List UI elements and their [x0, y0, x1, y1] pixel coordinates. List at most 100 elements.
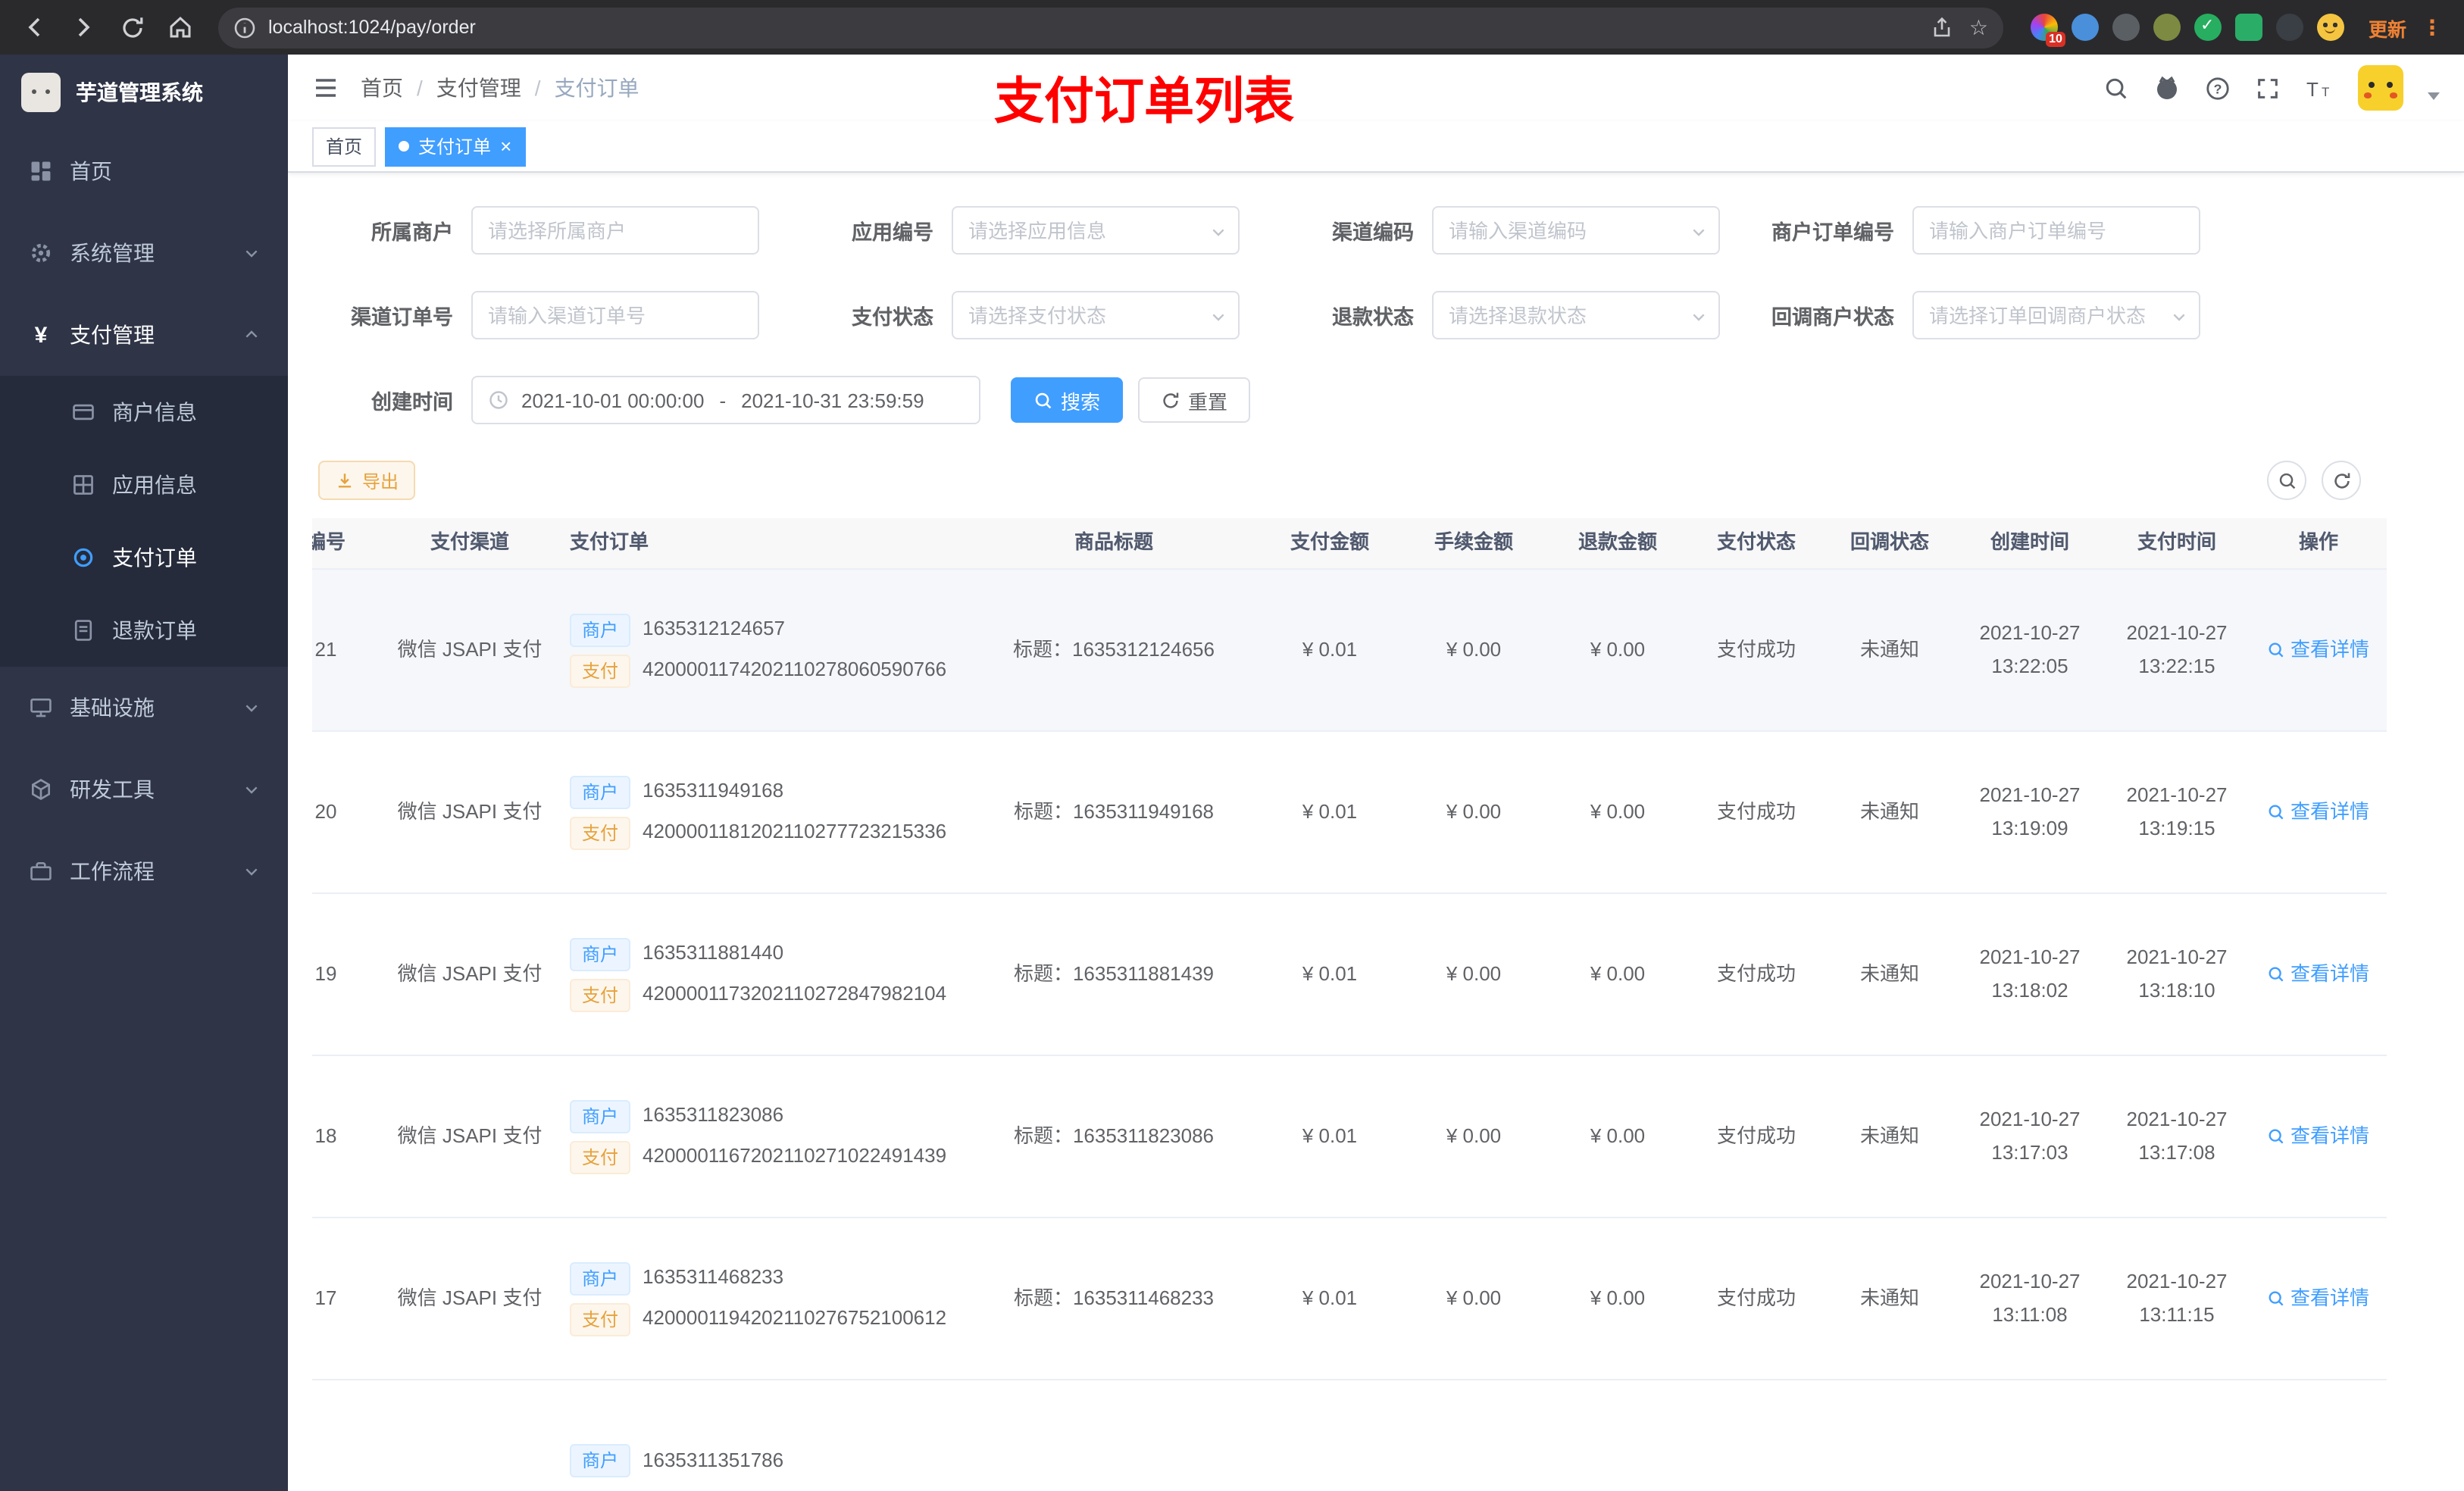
filter-label: 应用编号: [852, 221, 933, 244]
sidebar-item-payment[interactable]: ¥ 支付管理: [0, 294, 288, 376]
user-menu-caret-icon[interactable]: [2428, 92, 2440, 99]
bookmark-star-icon[interactable]: ☆: [1969, 17, 1988, 38]
sidebar-item-home[interactable]: 首页: [0, 130, 288, 212]
filter-create-time-range[interactable]: 2021-10-01 00:00:00 - 2021-10-31 23:59:5…: [471, 376, 980, 424]
view-detail-link[interactable]: 查看详情: [2250, 1121, 2387, 1152]
fullscreen-icon[interactable]: [2255, 75, 2281, 101]
cell-created: 2021-10-27 13:22:05: [1979, 620, 2081, 677]
filter-notify-status-select[interactable]: [1912, 291, 2200, 339]
table-row-partial[interactable]: 商户 1635311351786: [312, 1380, 2387, 1491]
breadcrumb-pay-mgmt[interactable]: 支付管理: [436, 73, 521, 103]
tags-view-bar: 首页 支付订单 ×: [288, 121, 2464, 173]
avatar[interactable]: [2358, 65, 2403, 111]
search-icon[interactable]: [2103, 75, 2129, 101]
table-row[interactable]: 20 微信 JSAPI 支付 商户 1635311949168 支付 42000…: [312, 732, 2387, 894]
orders-table: 编号 支付渠道 支付订单 商品标题 支付金额 手续金额 退款金额 支付状态 回调…: [312, 518, 2440, 1491]
breadcrumb-current: 支付订单: [554, 76, 639, 100]
extension-icon-6[interactable]: [2234, 14, 2262, 41]
dashboard-icon: [27, 158, 55, 185]
col-header-id: 编号: [312, 530, 346, 554]
cell-fee: ¥ 0.00: [1446, 1124, 1502, 1147]
sidebar-item-refund-order[interactable]: 退款订单: [0, 594, 288, 667]
briefcase-icon: [27, 858, 55, 885]
view-detail-link[interactable]: 查看详情: [2250, 796, 2387, 828]
extension-icon-5[interactable]: [2194, 14, 2222, 41]
col-header-notify: 回调状态: [1850, 530, 1929, 554]
filter-merchant-input[interactable]: [471, 206, 759, 255]
cell-channel: 微信 JSAPI 支付: [397, 1286, 543, 1309]
sidebar-item-workflow[interactable]: 工作流程: [0, 830, 288, 912]
extension-icon-2[interactable]: [2071, 14, 2099, 41]
filter-pay-status-select[interactable]: [952, 291, 1240, 339]
browser-back-icon[interactable]: [15, 8, 55, 47]
pay-order-no: 4200001167202110271022491439: [643, 1144, 947, 1167]
table-row[interactable]: 19 微信 JSAPI 支付 商户 1635311881440 支付 42000…: [312, 894, 2387, 1056]
share-icon[interactable]: [1931, 16, 1954, 39]
view-detail-label: 查看详情: [2290, 637, 2369, 661]
reset-button[interactable]: 重置: [1138, 377, 1251, 423]
table-row[interactable]: 17 微信 JSAPI 支付 商户 1635311468233 支付 42000…: [312, 1218, 2387, 1380]
title-label: 标题：: [1012, 637, 1072, 661]
toggle-search-button[interactable]: [2267, 461, 2306, 500]
pay-order-no: 4200001194202110276752100612: [643, 1306, 947, 1330]
date-end: 2021-10-31 23:59:59: [741, 389, 924, 411]
cell-refund: ¥ 0.00: [1590, 637, 1646, 661]
close-icon[interactable]: ×: [500, 136, 511, 156]
cell-notify: 未通知: [1859, 799, 1919, 823]
search-button[interactable]: 搜索: [1011, 377, 1124, 423]
reset-button-label: 重置: [1188, 390, 1228, 413]
browser-menu-icon[interactable]: ⋮: [2416, 14, 2449, 40]
browser-forward-icon[interactable]: [64, 8, 103, 47]
browser-reload-icon[interactable]: [112, 8, 152, 47]
sidebar-toggle-icon[interactable]: [312, 74, 339, 102]
filter-label: 渠道订单号: [351, 306, 453, 329]
cell-created: 2021-10-27 13:11:08: [1979, 1269, 2081, 1326]
browser-update-button[interactable]: 更新: [2369, 13, 2406, 42]
filter-refund-status-select[interactable]: [1432, 291, 1720, 339]
view-detail-link[interactable]: 查看详情: [2250, 634, 2387, 666]
export-button[interactable]: 导出: [318, 461, 416, 500]
sidebar-item-system[interactable]: 系统管理: [0, 212, 288, 294]
chevron-down-icon: [242, 780, 261, 799]
merchant-order-no: 1635311823086: [643, 1103, 784, 1127]
svg-text:T: T: [2322, 84, 2329, 98]
view-detail-link[interactable]: 查看详情: [2250, 958, 2387, 990]
extension-icon-1[interactable]: 10: [2030, 14, 2065, 47]
tab-pay-order[interactable]: 支付订单 ×: [385, 127, 526, 166]
table-row[interactable]: 18 微信 JSAPI 支付 商户 1635311823086 支付 42000…: [312, 1056, 2387, 1218]
font-size-icon[interactable]: TT: [2305, 75, 2334, 101]
sidebar-item-pay-order[interactable]: 支付订单: [0, 521, 288, 594]
view-detail-link[interactable]: 查看详情: [2250, 1283, 2387, 1314]
sidebar-item-label: 系统管理: [70, 241, 155, 265]
cell-order: 商户 1635312124657 支付 42000011742021102780…: [561, 605, 970, 695]
sidebar-item-merchant-info[interactable]: 商户信息: [0, 376, 288, 449]
filter-channel-order-no-input[interactable]: [471, 291, 759, 339]
cell-status: 支付成功: [1716, 637, 1796, 661]
tab-label: 首页: [326, 136, 363, 158]
sidebar-item-dev-tools[interactable]: 研发工具: [0, 749, 288, 830]
breadcrumb-home[interactable]: 首页: [361, 73, 403, 103]
sidebar-item-app-info[interactable]: 应用信息: [0, 449, 288, 521]
tab-home[interactable]: 首页: [312, 127, 377, 166]
site-info-icon[interactable]: [233, 16, 256, 39]
help-icon[interactable]: ?: [2205, 75, 2231, 101]
col-header-order: 支付订单: [570, 530, 649, 554]
refresh-button[interactable]: [2322, 461, 2361, 500]
sidebar-item-infrastructure[interactable]: 基础设施: [0, 667, 288, 749]
extension-icon-8[interactable]: [2316, 14, 2344, 41]
browser-home-icon[interactable]: [161, 8, 200, 47]
cell-channel: 微信 JSAPI 支付: [397, 961, 543, 985]
filter-merchant-order-no-input[interactable]: [1912, 206, 2200, 255]
filter-channel-code-select[interactable]: [1432, 206, 1720, 255]
chevron-up-icon: [242, 326, 261, 344]
url-text[interactable]: localhost:1024/pay/order: [268, 17, 1919, 38]
filter-app-select[interactable]: [952, 206, 1240, 255]
table-row[interactable]: 21 微信 JSAPI 支付 商户 1635312124657 支付 42000…: [312, 570, 2387, 732]
extension-icon-4[interactable]: [2153, 14, 2181, 41]
extension-icon-7[interactable]: [2275, 14, 2303, 41]
col-header-status: 支付状态: [1716, 530, 1796, 554]
sidebar-item-label: 首页: [70, 159, 112, 183]
github-icon[interactable]: [2153, 74, 2181, 102]
browser-url-bar[interactable]: localhost:1024/pay/order ☆: [218, 7, 2003, 48]
extension-icon-3[interactable]: [2112, 14, 2140, 41]
